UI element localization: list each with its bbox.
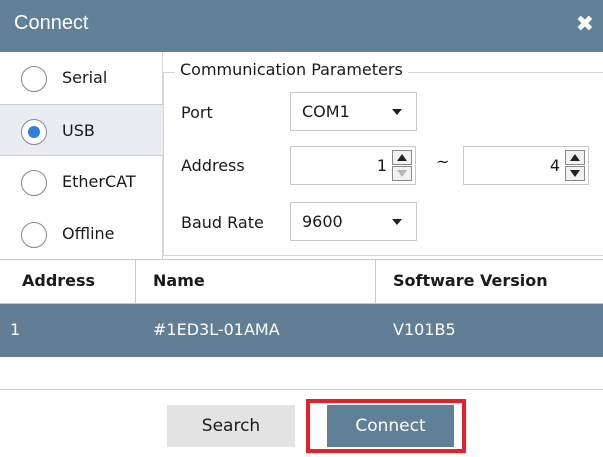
table-row[interactable]: 1 #1ED3L-01AMA V101B5 [0, 304, 603, 357]
spin-control [392, 150, 412, 181]
spin-control [565, 150, 585, 181]
radio-option-offline[interactable]: Offline [0, 208, 163, 260]
radio-label: Serial [62, 68, 108, 87]
column-header-name[interactable]: Name [153, 271, 205, 290]
baud-rate-label: Baud Rate [181, 213, 264, 232]
radio-option-usb[interactable]: USB [0, 104, 163, 156]
search-button[interactable]: Search [167, 405, 295, 447]
radio-button[interactable] [21, 66, 47, 92]
port-label: Port [181, 103, 213, 122]
chevron-down-icon [392, 219, 402, 225]
column-header-software-version[interactable]: Software Version [393, 271, 548, 290]
connect-button[interactable]: Connect [327, 405, 454, 447]
cell-name: #1ED3L-01AMA [153, 320, 280, 339]
spin-up-icon [397, 154, 407, 161]
cell-address: 1 [10, 320, 21, 339]
radio-dot [28, 126, 40, 138]
spin-down-button[interactable] [565, 166, 585, 181]
baud-rate-select[interactable]: 9600 [290, 202, 417, 241]
radio-label: EtherCAT [62, 172, 136, 191]
group-legend: Communication Parameters [175, 60, 408, 79]
title-bar: Connect ✖ [0, 0, 603, 52]
address-to-input[interactable] [466, 149, 560, 182]
address-label: Address [181, 156, 245, 175]
spin-down-icon [397, 170, 407, 177]
radio-label: USB [62, 121, 95, 140]
close-icon[interactable]: ✖ [576, 13, 594, 37]
connection-type-group: Serial USB EtherCAT Offline [0, 52, 163, 259]
spin-up-button[interactable] [565, 150, 585, 165]
column-header-address[interactable]: Address [22, 271, 95, 290]
address-to-stepper[interactable] [463, 146, 589, 185]
spin-up-button[interactable] [392, 150, 412, 165]
address-range-separator: ~ [436, 152, 450, 171]
port-select[interactable]: COM1 [290, 92, 417, 131]
device-table: Address Name Software Version 1 #1ED3L-0… [0, 259, 603, 390]
radio-option-ethercat[interactable]: EtherCAT [0, 156, 163, 208]
dialog-title: Connect [14, 12, 89, 34]
table-header: Address Name Software Version [0, 259, 603, 304]
cell-software-version: V101B5 [393, 320, 456, 339]
address-from-stepper[interactable] [290, 146, 416, 185]
radio-option-serial[interactable]: Serial [0, 52, 163, 104]
column-divider[interactable] [375, 260, 376, 303]
spin-down-icon [570, 170, 580, 177]
spin-down-button[interactable] [392, 166, 412, 181]
radio-label: Offline [62, 224, 115, 243]
connect-dialog: Connect ✖ Serial USB EtherCAT Offline Co… [0, 0, 603, 457]
radio-button[interactable] [21, 119, 47, 145]
baud-rate-value: 9600 [302, 212, 343, 231]
radio-button[interactable] [21, 170, 47, 196]
address-from-input[interactable] [293, 149, 387, 182]
column-divider[interactable] [135, 260, 136, 303]
spin-up-icon [570, 154, 580, 161]
port-value: COM1 [302, 102, 350, 121]
chevron-down-icon [392, 109, 402, 115]
radio-button[interactable] [21, 222, 47, 248]
